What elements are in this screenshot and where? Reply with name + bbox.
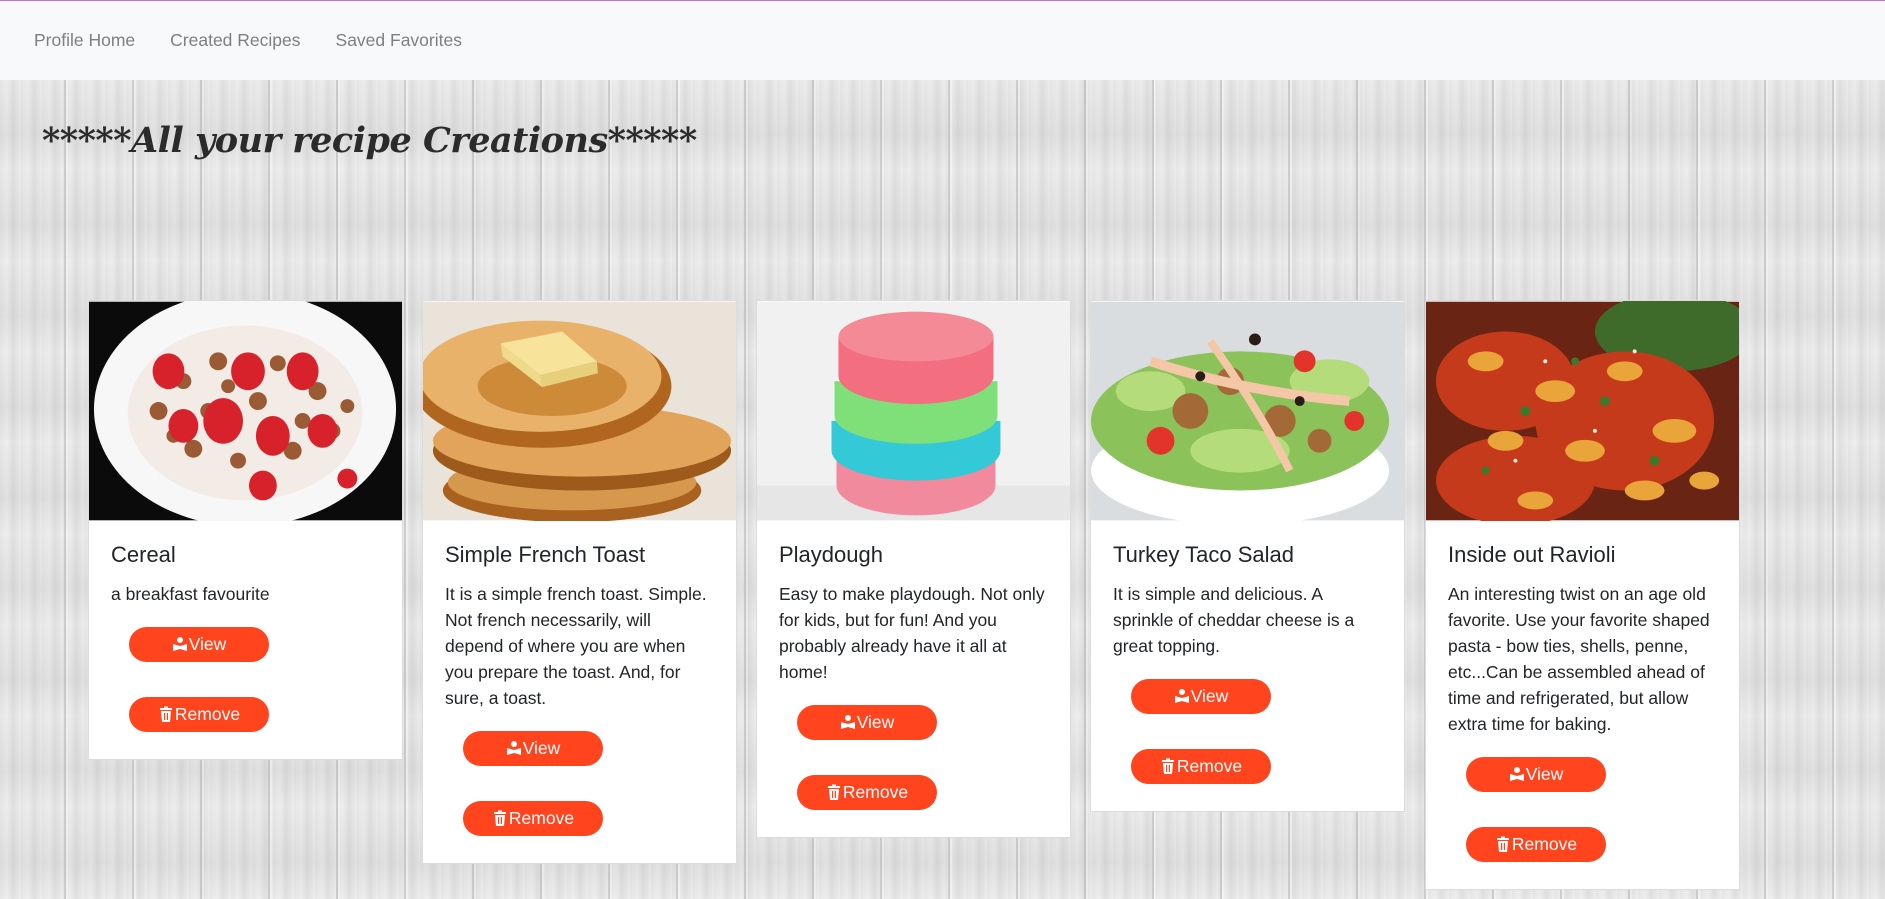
trash-icon (1496, 836, 1509, 852)
remove-button-label: Remove (174, 704, 241, 724)
recipe-description: It is simple and delicious. A sprinkle o… (1113, 584, 1355, 656)
nav-saved-favorites[interactable]: Saved Favorites (336, 30, 462, 51)
recipe-description: An interesting twist on an age old favor… (1448, 584, 1710, 734)
recipe-image (1091, 301, 1404, 521)
remove-button-label: Remove (842, 782, 909, 802)
recipe-image (1426, 301, 1739, 521)
recipe-card: Playdough Easy to make playdough. Not on… (756, 300, 1071, 838)
remove-button[interactable]: Remove (797, 775, 937, 810)
view-button-label: View (856, 712, 895, 732)
recipe-card: Cereal a breakfast favourite View Remove (88, 300, 403, 760)
view-button[interactable]: View (463, 731, 603, 766)
reader-icon (840, 715, 855, 729)
view-button-label: View (522, 738, 561, 758)
view-button[interactable]: View (129, 627, 269, 662)
recipe-card: Simple French Toast It is a simple frenc… (422, 300, 737, 864)
nav-profile-home[interactable]: Profile Home (34, 30, 135, 51)
recipe-image (89, 301, 402, 521)
remove-button[interactable]: Remove (129, 697, 269, 732)
view-button[interactable]: View (797, 705, 937, 740)
trash-icon (1161, 758, 1174, 774)
reader-icon (1174, 689, 1189, 703)
view-button[interactable]: View (1131, 679, 1271, 714)
remove-button-label: Remove (1511, 834, 1578, 854)
recipe-title: Turkey Taco Salad (1113, 542, 1294, 567)
recipe-image (423, 301, 736, 521)
trash-icon (493, 810, 506, 826)
remove-button-label: Remove (1176, 756, 1243, 776)
recipe-title: Playdough (779, 542, 883, 567)
recipe-description: a breakfast favourite (111, 584, 270, 604)
view-button-label: View (1525, 764, 1564, 784)
page-title: *****All your recipe Creations***** (42, 120, 697, 161)
view-button-label: View (188, 634, 227, 654)
trash-icon (159, 706, 172, 722)
reader-icon (172, 637, 187, 651)
recipe-description: It is a simple french toast. Simple. Not… (445, 584, 707, 708)
remove-button[interactable]: Remove (1466, 827, 1606, 862)
recipe-title: Simple French Toast (445, 542, 646, 567)
trash-icon (827, 784, 840, 800)
view-button[interactable]: View (1466, 757, 1606, 792)
recipe-title: Cereal (111, 542, 176, 567)
top-navbar: Profile Home Created Recipes Saved Favor… (0, 1, 1885, 80)
view-button-label: View (1190, 686, 1229, 706)
reader-icon (1509, 767, 1524, 781)
recipe-image (757, 301, 1070, 521)
remove-button[interactable]: Remove (463, 801, 603, 836)
nav-created-recipes[interactable]: Created Recipes (170, 30, 300, 51)
recipe-description: Easy to make playdough. Not only for kid… (779, 584, 1045, 682)
remove-button-label: Remove (508, 808, 575, 828)
remove-button[interactable]: Remove (1131, 749, 1271, 784)
recipe-card: Inside out Ravioli An interesting twist … (1425, 300, 1740, 890)
recipe-card: Turkey Taco Salad It is simple and delic… (1090, 300, 1405, 812)
reader-icon (506, 741, 521, 755)
recipe-title: Inside out Ravioli (1448, 542, 1616, 567)
